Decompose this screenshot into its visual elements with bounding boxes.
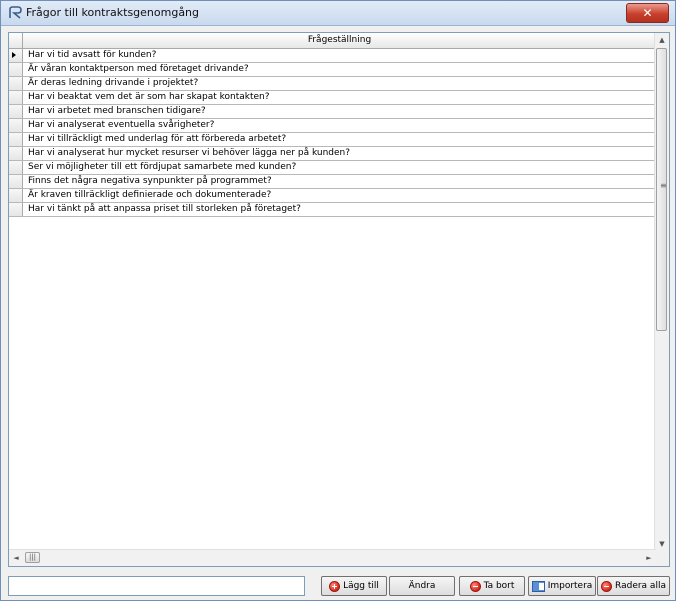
add-button[interactable]: Lägg till (321, 576, 387, 596)
row-selector[interactable] (9, 49, 23, 62)
table-row[interactable]: Har vi analyserat hur mycket resurser vi… (9, 147, 656, 161)
row-selector[interactable] (9, 91, 23, 104)
question-cell[interactable]: Har vi arbetet med branschen tidigare? (28, 105, 206, 118)
hgrip-icon: ||| (28, 553, 37, 561)
grid-rows: Har vi tid avsatt för kunden? Är våran ko… (9, 49, 656, 217)
row-selector[interactable] (9, 161, 23, 174)
row-selector[interactable] (9, 63, 23, 76)
delete-circle-icon (601, 580, 613, 592)
table-row[interactable]: Har vi arbetet med branschen tidigare? (9, 105, 656, 119)
question-cell[interactable]: Är deras ledning drivande i projektet? (28, 77, 198, 90)
remove-button[interactable]: Ta bort (459, 576, 525, 596)
table-row[interactable]: Har vi tillräckligt med underlag för att… (9, 133, 656, 147)
grid-header: Frågeställning (9, 33, 656, 49)
title-bar[interactable]: Frågor till kontraktsgenomgång ✕ (1, 1, 675, 26)
question-cell[interactable]: Har vi analyserat eventuella svårigheter… (28, 119, 214, 132)
table-row[interactable]: Har vi beaktat vem det är som har skapat… (9, 91, 656, 105)
question-cell[interactable]: Har vi tid avsatt för kunden? (28, 49, 156, 62)
table-row[interactable]: Har vi tänkt på att anpassa priset till … (9, 203, 656, 217)
row-selector[interactable] (9, 203, 23, 216)
row-selector[interactable] (9, 147, 23, 160)
scroll-down-button[interactable]: ▼ (655, 537, 669, 551)
close-button[interactable]: ✕ (626, 3, 669, 23)
questions-grid[interactable]: Frågeställning Har vi tid avsatt för kun… (8, 32, 670, 567)
table-row[interactable]: Är deras ledning drivande i projektet? (9, 77, 656, 91)
column-header-question[interactable]: Frågeställning (23, 33, 656, 48)
question-cell[interactable]: Ser vi möjligheter till ett fördjupat sa… (28, 161, 296, 174)
horizontal-scrollbar[interactable]: ◄ ||| ► (9, 549, 656, 566)
app-logo-icon (9, 6, 22, 19)
table-row[interactable]: Är våran kontaktperson med företaget dri… (9, 63, 656, 77)
question-cell[interactable]: Har vi tänkt på att anpassa priset till … (28, 203, 301, 216)
question-cell[interactable]: Har vi analyserat hur mycket resurser vi… (28, 147, 350, 160)
scroll-right-button[interactable]: ► (642, 551, 656, 565)
header-row-selector[interactable] (9, 33, 23, 48)
scroll-left-button[interactable]: ◄ (9, 551, 23, 565)
vertical-scrollbar[interactable]: ▲ ≡ ▼ (654, 33, 669, 551)
row-selector[interactable] (9, 77, 23, 90)
grip-icon: ≡ (660, 181, 667, 190)
right-arrow-icon: ► (646, 554, 652, 562)
row-selector[interactable] (9, 133, 23, 146)
table-row[interactable]: Finns det några negativa synpunkter på p… (9, 175, 656, 189)
add-button-label: Lägg till (343, 581, 379, 591)
row-selector[interactable] (9, 175, 23, 188)
row-selector[interactable] (9, 105, 23, 118)
import-icon (531, 580, 545, 592)
edit-button[interactable]: Ändra (389, 576, 455, 596)
remove-button-label: Ta bort (483, 581, 515, 591)
vertical-scroll-thumb[interactable]: ≡ (656, 48, 667, 331)
up-arrow-icon: ▲ (659, 36, 665, 44)
row-selector[interactable] (9, 119, 23, 132)
question-cell[interactable]: Är våran kontaktperson med företaget dri… (28, 63, 249, 76)
table-row[interactable]: Är kraven tillräckligt definierade och d… (9, 189, 656, 203)
left-arrow-icon: ◄ (13, 554, 19, 562)
delete-all-button[interactable]: Radera alla (597, 576, 670, 596)
scroll-corner (655, 550, 669, 566)
question-input[interactable] (8, 576, 305, 596)
import-button[interactable]: Importera (528, 576, 596, 596)
table-row[interactable]: Ser vi möjligheter till ett fördjupat sa… (9, 161, 656, 175)
import-button-label: Importera (547, 581, 593, 591)
window-title: Frågor till kontraktsgenomgång (26, 6, 200, 19)
remove-circle-icon (469, 580, 481, 592)
question-cell[interactable]: Är kraven tillräckligt definierade och d… (28, 189, 271, 202)
table-row[interactable]: Har vi tid avsatt för kunden? (9, 49, 656, 63)
horizontal-scroll-thumb[interactable]: ||| (25, 552, 40, 563)
scroll-up-button[interactable]: ▲ (655, 33, 669, 47)
table-row[interactable]: Har vi analyserat eventuella svårigheter… (9, 119, 656, 133)
delete-all-button-label: Radera alla (615, 581, 666, 591)
close-icon: ✕ (642, 6, 653, 20)
down-arrow-icon: ▼ (659, 540, 665, 548)
edit-button-label: Ändra (408, 581, 436, 591)
dialog-window: Frågor till kontraktsgenomgång ✕ Frågest… (0, 0, 676, 601)
current-row-arrow-icon (12, 52, 16, 58)
add-circle-icon (329, 580, 341, 592)
question-cell[interactable]: Finns det några negativa synpunkter på p… (28, 175, 272, 188)
question-cell[interactable]: Har vi beaktat vem det är som har skapat… (28, 91, 270, 104)
row-selector[interactable] (9, 189, 23, 202)
question-cell[interactable]: Har vi tillräckligt med underlag för att… (28, 133, 286, 146)
